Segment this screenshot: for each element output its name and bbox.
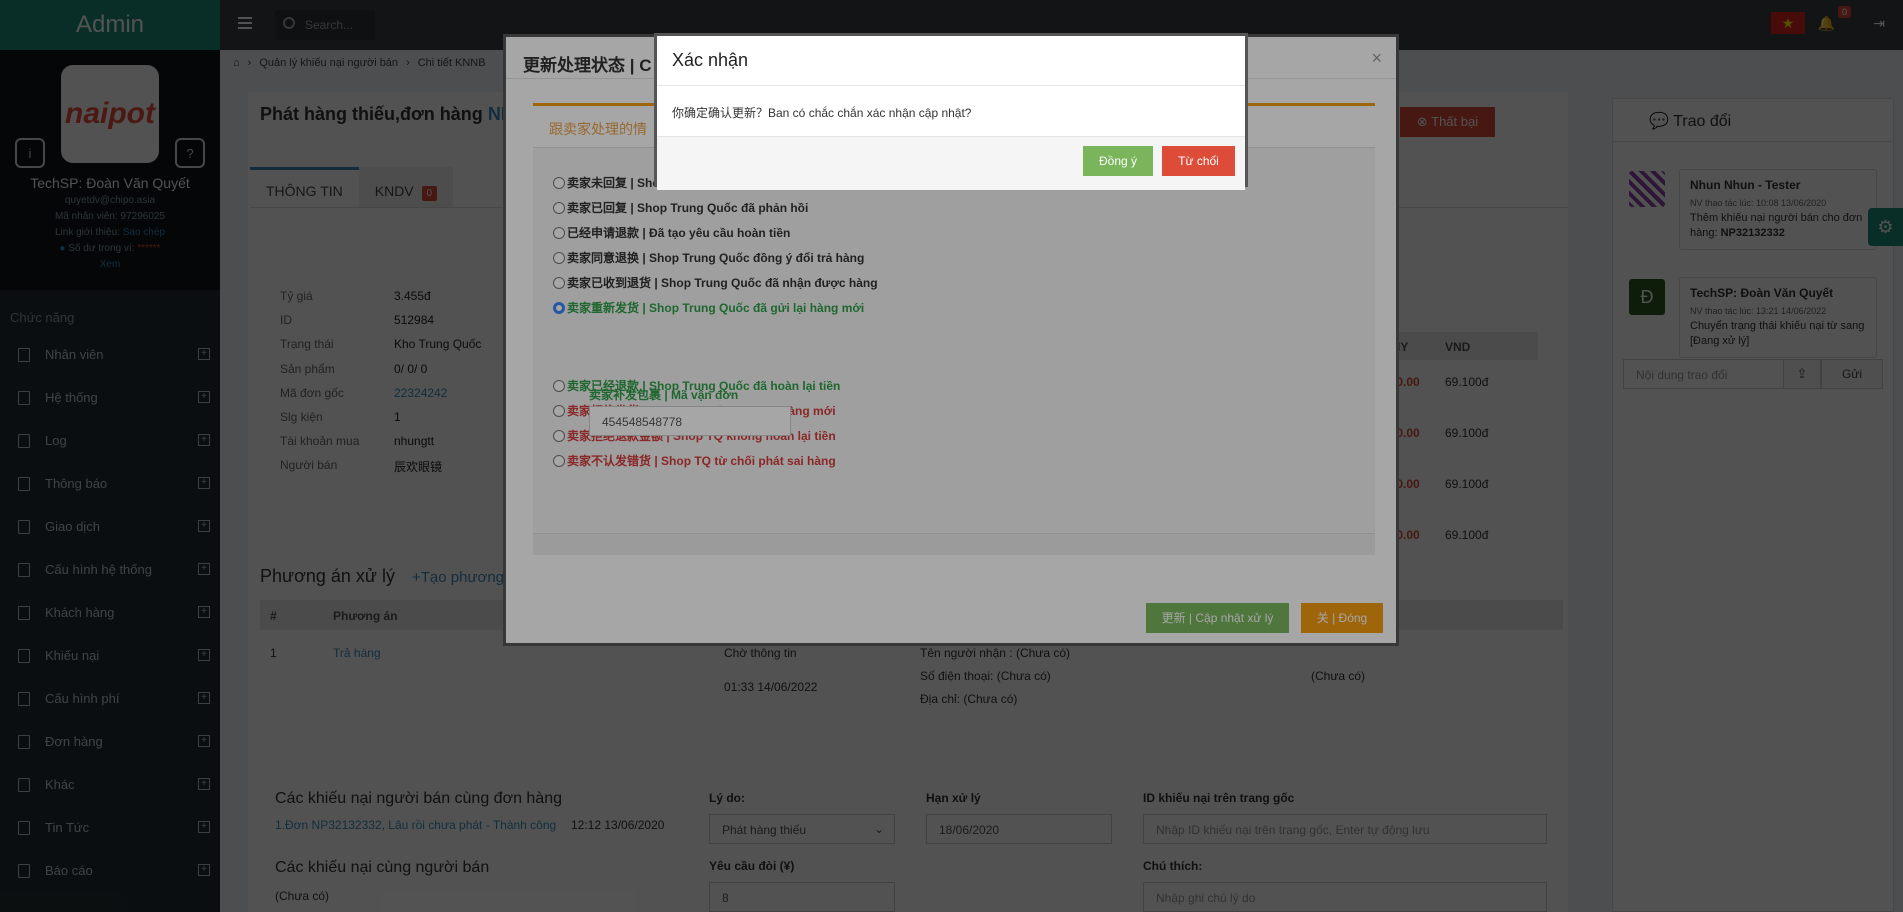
confirm-cancel-button[interactable]: Từ chối — [1162, 146, 1235, 176]
confirm-message: 你确定确认更新？Ban có chắc chắn xác nhận cập nh… — [672, 106, 972, 120]
confirm-modal: Xác nhận 你确定确认更新？Ban có chắc chắn xác nh… — [654, 33, 1248, 190]
confirm-title: Xác nhận — [672, 50, 749, 70]
confirm-ok-button[interactable]: Đồng ý — [1083, 146, 1153, 176]
